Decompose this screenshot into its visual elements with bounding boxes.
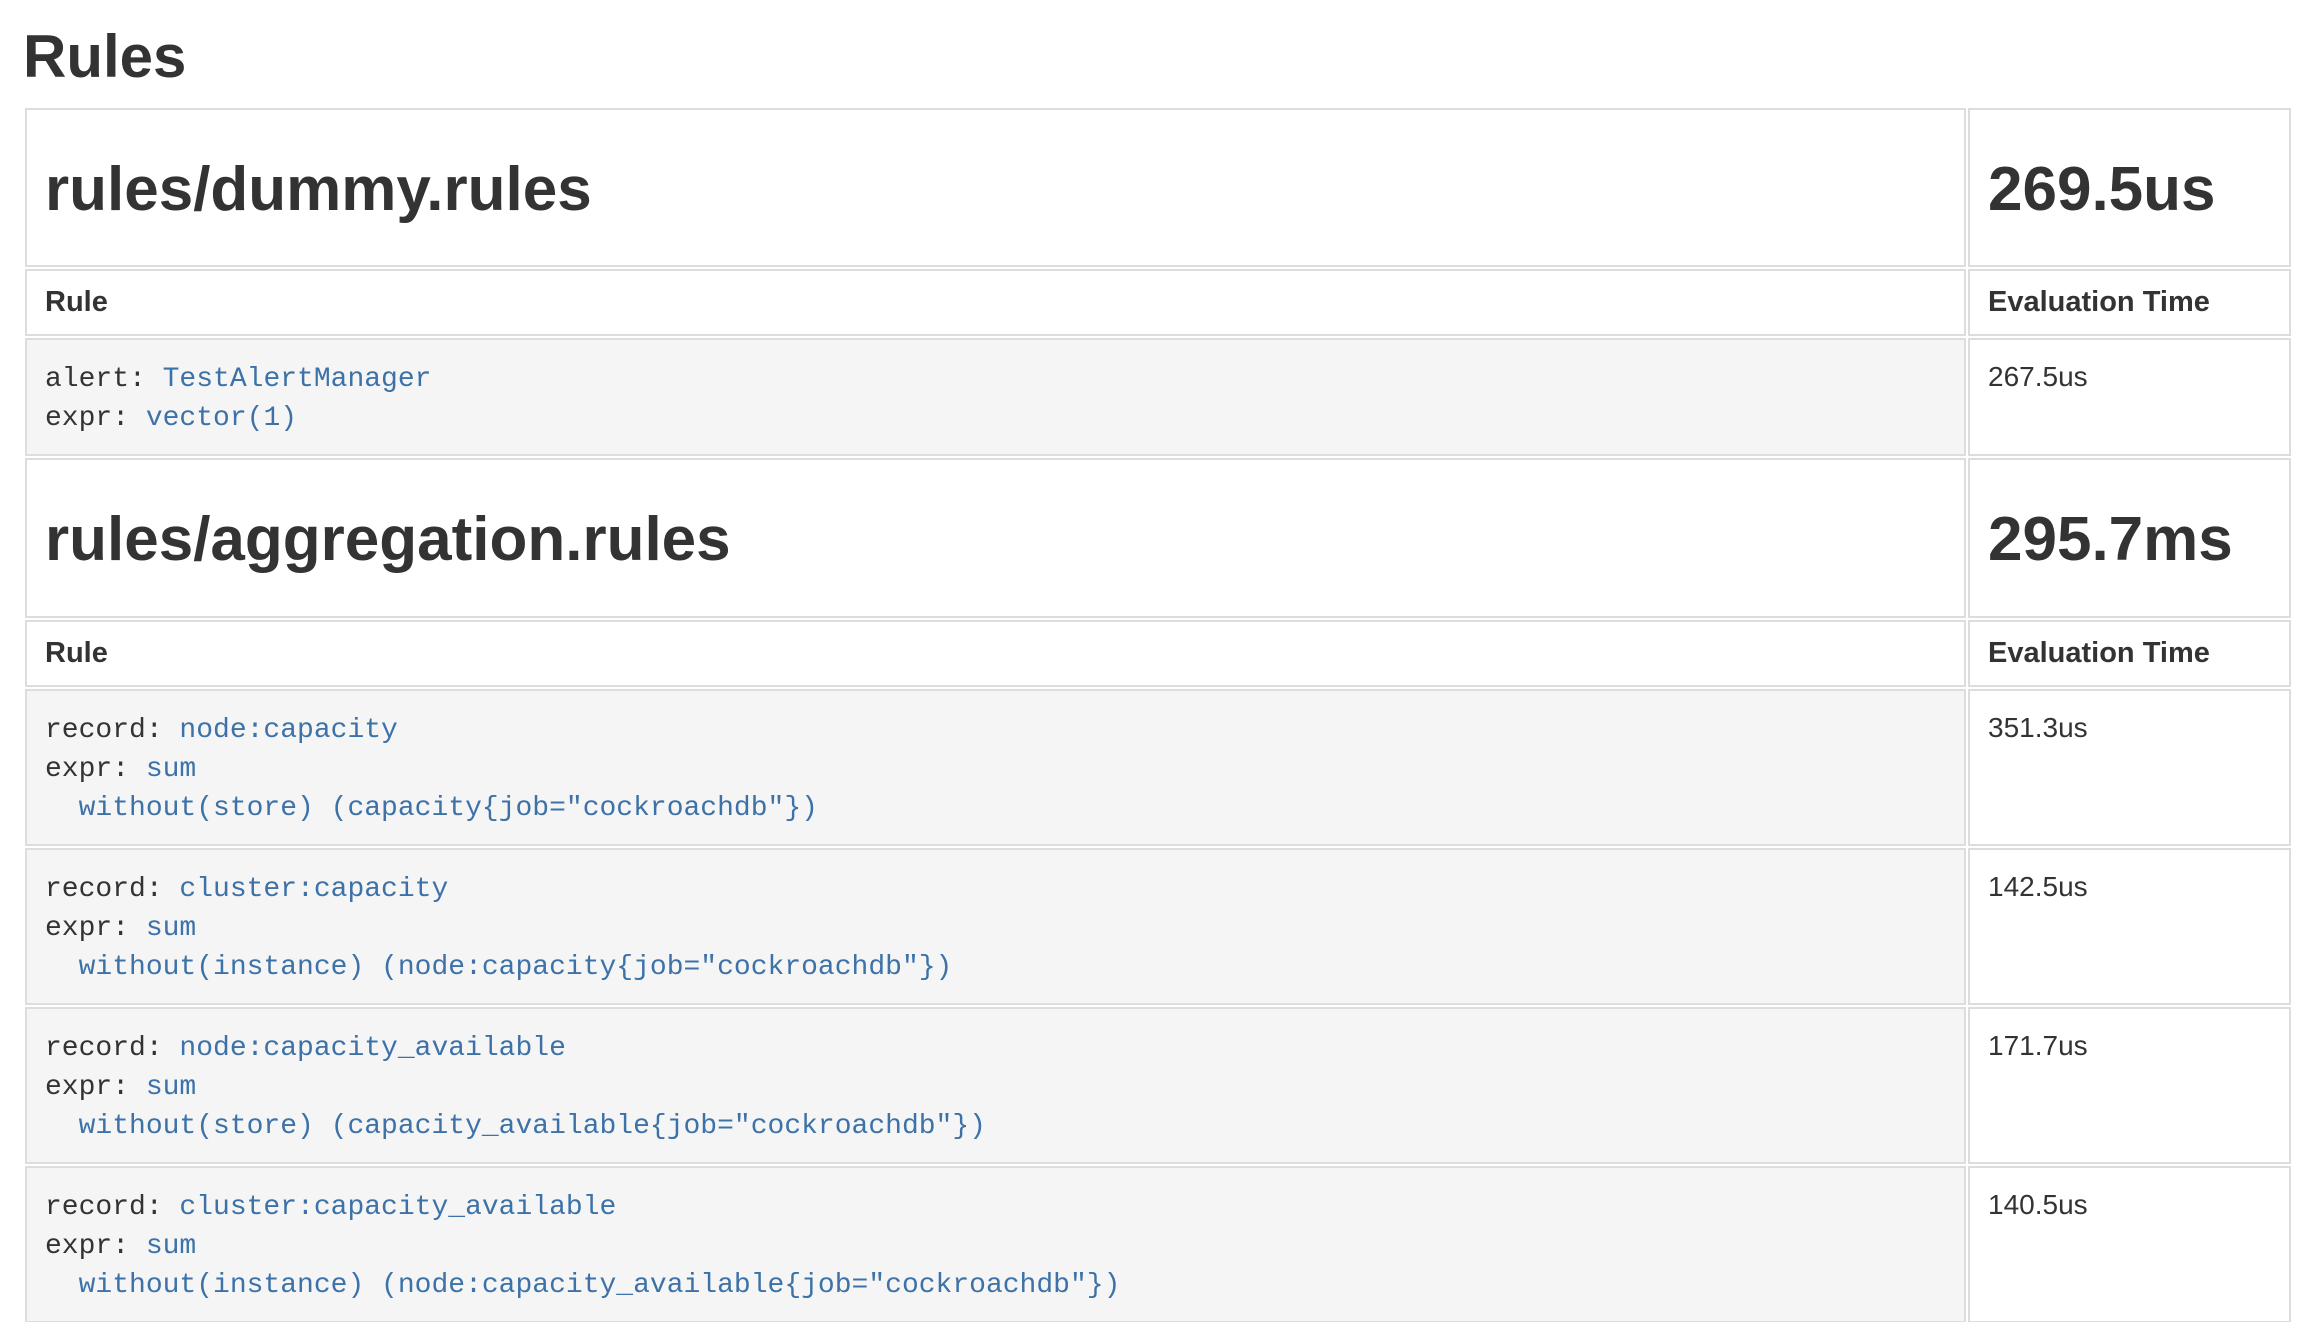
rule-row: alert: TestAlertManager expr: vector(1) … [25, 338, 2291, 456]
rule-keyword: record: [45, 1033, 179, 1064]
rule-name-link[interactable]: node:capacity_available [179, 1033, 565, 1064]
rule-row: record: cluster:capacity expr: sum witho… [25, 848, 2291, 1005]
rule-keyword: expr: [45, 913, 146, 944]
rule-cell: record: cluster:capacity expr: sum witho… [25, 848, 1966, 1005]
rule-group-title: rules/aggregation.rules [45, 504, 1946, 575]
rule-group-row: rules/dummy.rules 269.5us [25, 108, 2291, 267]
rules-page: Rules rules/dummy.rules 269.5us Rule Eva… [0, 24, 2316, 1322]
rule-group-title: rules/dummy.rules [45, 154, 1946, 225]
rule-keyword: alert: [45, 364, 163, 395]
rule-group-time-cell: 295.7ms [1968, 458, 2291, 617]
rule-name-link[interactable]: node:capacity [179, 715, 397, 746]
rule-group-row: rules/aggregation.rules 295.7ms [25, 458, 2291, 617]
rule-group-eval-time: 295.7ms [1988, 504, 2271, 575]
rule-keyword: record: [45, 874, 179, 905]
page-title: Rules [23, 24, 2293, 90]
rule-expr-link[interactable]: vector(1) [146, 403, 297, 434]
rule-eval-time: 142.5us [1968, 848, 2291, 1005]
rule-row: record: node:capacity_available expr: su… [25, 1007, 2291, 1164]
rule-keyword: expr: [45, 1231, 146, 1262]
rule-cell: record: node:capacity expr: sum without(… [25, 689, 1966, 846]
rule-expr-link[interactable]: without(store) (capacity_available{job="… [45, 1111, 986, 1142]
rule-group-eval-time: 269.5us [1988, 154, 2271, 225]
rule-name-link[interactable]: TestAlertManager [163, 364, 432, 395]
rule-keyword: expr: [45, 403, 146, 434]
rule-eval-time: 140.5us [1968, 1166, 2291, 1322]
column-header-rule: Rule [25, 269, 1966, 336]
rule-keyword: expr: [45, 1072, 146, 1103]
rule-expr-link[interactable]: sum [146, 754, 196, 785]
rule-eval-time: 171.7us [1968, 1007, 2291, 1164]
rule-cell: record: cluster:capacity_available expr:… [25, 1166, 1966, 1322]
rules-table: rules/dummy.rules 269.5us Rule Evaluatio… [23, 106, 2293, 1322]
rule-cell: record: node:capacity_available expr: su… [25, 1007, 1966, 1164]
rule-eval-time: 351.3us [1968, 689, 2291, 846]
rule-name-link[interactable]: cluster:capacity [179, 874, 448, 905]
rule-group-name-cell: rules/dummy.rules [25, 108, 1966, 267]
rule-keyword: record: [45, 715, 179, 746]
column-header-rule: Rule [25, 620, 1966, 687]
rule-expr-link[interactable]: without(instance) (node:capacity{job="co… [45, 952, 952, 983]
column-header-evaluation-time: Evaluation Time [1968, 620, 2291, 687]
rule-name-link[interactable]: cluster:capacity_available [179, 1192, 616, 1223]
rule-keyword: expr: [45, 754, 146, 785]
rule-expr-link[interactable]: sum [146, 913, 196, 944]
rule-expr-link[interactable]: sum [146, 1231, 196, 1262]
column-header-evaluation-time: Evaluation Time [1968, 269, 2291, 336]
rule-expr-link[interactable]: without(store) (capacity{job="cockroachd… [45, 793, 818, 824]
rule-group-name-cell: rules/aggregation.rules [25, 458, 1966, 617]
rule-keyword: record: [45, 1192, 179, 1223]
rule-eval-time: 267.5us [1968, 338, 2291, 456]
column-header-row: Rule Evaluation Time [25, 269, 2291, 336]
rule-row: record: cluster:capacity_available expr:… [25, 1166, 2291, 1322]
rule-cell: alert: TestAlertManager expr: vector(1) [25, 338, 1966, 456]
rule-expr-link[interactable]: sum [146, 1072, 196, 1103]
column-header-row: Rule Evaluation Time [25, 620, 2291, 687]
rule-expr-link[interactable]: without(instance) (node:capacity_availab… [45, 1270, 1120, 1301]
rule-row: record: node:capacity expr: sum without(… [25, 689, 2291, 846]
rule-group-time-cell: 269.5us [1968, 108, 2291, 267]
